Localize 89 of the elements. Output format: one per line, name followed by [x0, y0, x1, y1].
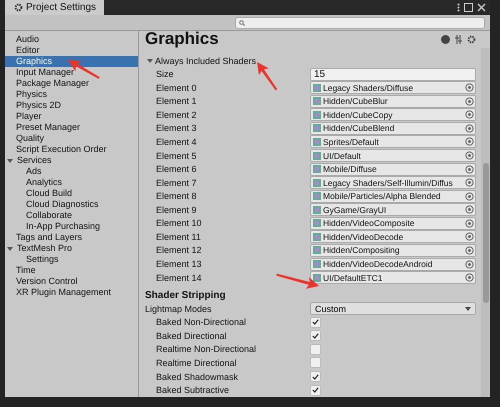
shader-field[interactable]: UI/DefaultETC1: [310, 271, 476, 284]
field-label: Element 5: [156, 150, 197, 160]
shader-field[interactable]: Mobile/Particles/Alpha Blended: [310, 190, 476, 203]
shader-field[interactable]: Hidden/CubeBlur: [310, 94, 476, 108]
field-label: Element 14: [156, 272, 202, 283]
window-tab[interactable]: Project Settings: [5, 0, 104, 15]
field-label: Element 13: [156, 259, 202, 269]
sidebar-item[interactable]: Script Execution Order: [5, 144, 138, 155]
checkbox[interactable]: [310, 330, 321, 342]
sidebar-item[interactable]: Quality: [5, 133, 138, 144]
field-label: Element 12: [156, 245, 202, 256]
sidebar-item[interactable]: Collaborate: [5, 210, 138, 221]
field-label: Element 2: [156, 110, 197, 120]
field-label: Element 1: [156, 96, 197, 106]
settings-icon[interactable]: [467, 34, 476, 44]
gear-icon: [14, 3, 23, 12]
shader-field[interactable]: Legacy Shaders/Diffuse: [310, 81, 476, 94]
section-heading: Shader Stripping: [145, 290, 226, 301]
field-label: Element 0: [156, 82, 197, 93]
sidebar-item[interactable]: Version Control: [5, 276, 138, 287]
shader-field[interactable]: Hidden/Compositing: [310, 244, 476, 257]
field-label: Lightmap Modes: [145, 304, 212, 314]
field-label: Element 9: [156, 204, 197, 215]
checkmark-icon: [312, 374, 319, 380]
field-label: Element 4: [156, 136, 197, 147]
shader-field[interactable]: Hidden/CubeCopy: [310, 108, 476, 122]
sidebar-item[interactable]: Settings: [5, 254, 138, 265]
field-label: Element 8: [156, 191, 197, 202]
sidebar-item[interactable]: Cloud Diagnostics: [5, 199, 138, 210]
sidebar-item[interactable]: Physics: [5, 89, 138, 100]
shader-field[interactable]: Mobile/Diffuse: [310, 162, 476, 176]
shader-field[interactable]: Hidden/VideoComposite: [310, 216, 476, 230]
sidebar-item[interactable]: Analytics: [5, 177, 138, 188]
shader-field[interactable]: Hidden/CubeBlend: [310, 122, 476, 135]
field-label: Baked Subtractive: [156, 385, 230, 396]
more-icon[interactable]: [457, 3, 460, 12]
field-label: Element 11: [156, 232, 201, 242]
shader-field[interactable]: GyGame/GrayUI: [310, 203, 476, 216]
sidebar-item[interactable]: Editor: [5, 45, 138, 56]
sidebar-item[interactable]: Input Manager: [5, 67, 138, 78]
sidebar-item[interactable]: TextMesh Pro: [5, 243, 138, 254]
sidebar-item[interactable]: Graphics: [5, 56, 138, 67]
sidebar-item[interactable]: Audio: [5, 34, 138, 45]
dropdown-caret-icon: [465, 306, 471, 311]
field-label: Size: [156, 69, 174, 80]
field-label: Realtime Directional: [156, 358, 237, 368]
field-label: Element 3: [156, 123, 197, 134]
checkbox[interactable]: [310, 357, 321, 368]
sidebar-item[interactable]: Physics 2D: [5, 100, 138, 111]
field-label: Realtime Non-Directional: [156, 344, 256, 354]
field-label: Element 10: [156, 218, 202, 228]
size-field[interactable]: 15: [310, 68, 476, 81]
sidebar-item[interactable]: XR Plugin Management: [5, 287, 138, 298]
search-icon: [239, 20, 245, 26]
sidebar-item[interactable]: Ads: [5, 166, 138, 177]
shader-field[interactable]: Sprites/Default: [310, 135, 476, 148]
checkbox[interactable]: [310, 344, 321, 355]
sidebar-item[interactable]: In-App Purchasing: [5, 221, 138, 232]
lightmap-modes-dropdown[interactable]: Custom: [310, 302, 476, 316]
expand-caret-icon[interactable]: [7, 246, 13, 252]
expand-caret-icon[interactable]: [7, 158, 13, 164]
sidebar-item[interactable]: Tags and Layers: [5, 232, 138, 243]
checkmark-icon: [312, 387, 319, 394]
field-label: Baked Shadowmask: [156, 372, 238, 382]
sidebar-item[interactable]: Cloud Build: [5, 188, 138, 199]
field-label: Baked Directional: [156, 330, 227, 341]
shader-field[interactable]: Hidden/VideoDecode: [310, 230, 476, 244]
checkbox[interactable]: [310, 384, 321, 396]
shader-field[interactable]: UI/Default: [310, 149, 476, 162]
shader-field[interactable]: Hidden/VideoDecodeAndroid: [310, 258, 476, 270]
expand-caret-icon[interactable]: [147, 58, 153, 64]
maximize-icon[interactable]: [464, 3, 473, 12]
close-icon[interactable]: [477, 3, 486, 12]
field-label: Element 7: [156, 178, 197, 188]
sidebar-item[interactable]: Player: [5, 111, 138, 122]
sliders-icon[interactable]: [454, 34, 463, 44]
scrollbar[interactable]: [481, 48, 490, 397]
shader-field[interactable]: Legacy Shaders/Self-Illumin/Diffus: [310, 176, 476, 190]
section-label: Always Included Shaders: [155, 56, 256, 66]
sidebar-item[interactable]: Services: [5, 155, 138, 166]
sidebar-item[interactable]: Time: [5, 265, 138, 276]
page-title: Graphics: [145, 29, 219, 49]
sidebar-item[interactable]: Preset Manager: [5, 122, 138, 133]
checkbox[interactable]: [310, 316, 321, 328]
search-field[interactable]: [235, 16, 485, 28]
checkbox[interactable]: [310, 371, 321, 382]
field-label: Element 6: [156, 164, 197, 174]
sidebar-item[interactable]: Package Manager: [5, 78, 138, 89]
field-label: Baked Non-Directional: [156, 317, 246, 328]
